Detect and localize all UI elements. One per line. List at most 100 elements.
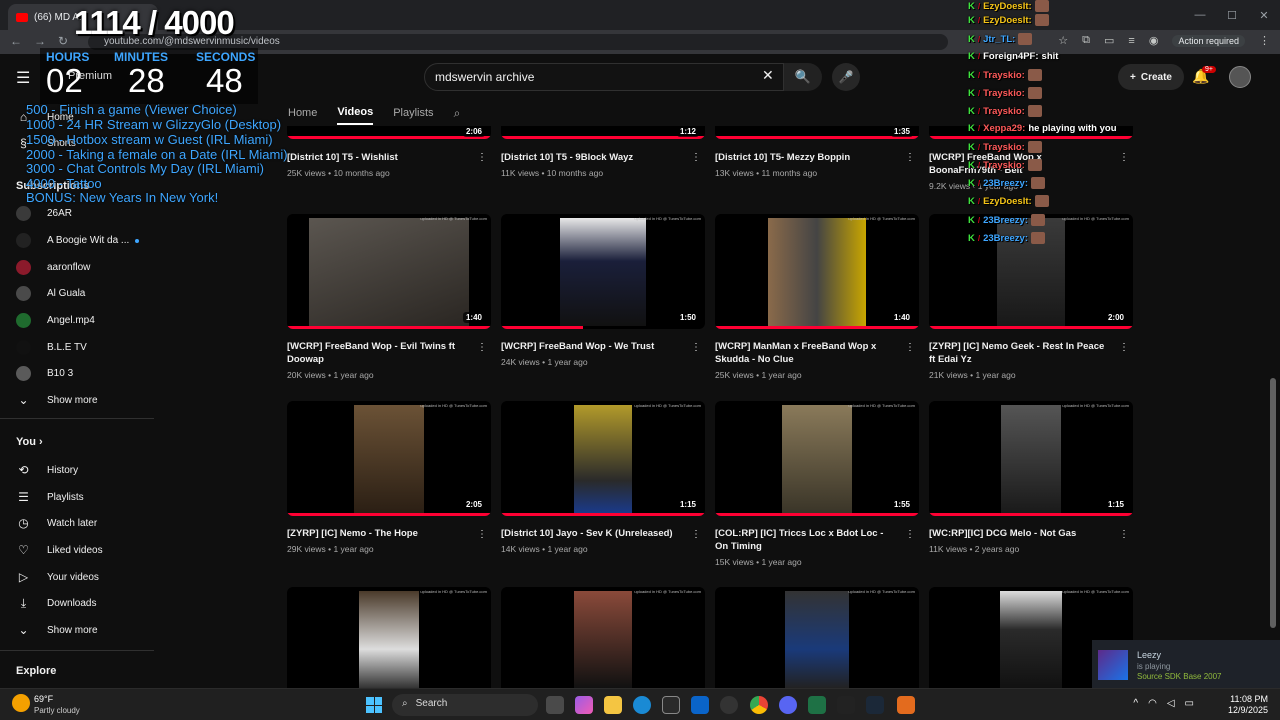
video-card[interactable]: uploaded in HD @ TunesToTube.com <box>715 587 919 688</box>
split-view-icon[interactable]: ▭ <box>1104 34 1114 47</box>
browser-menu-icon[interactable]: ⋮ <box>1259 34 1270 47</box>
video-card[interactable]: uploaded in HD @ TunesToTube.com 1:40 [W… <box>287 214 491 380</box>
steam-notification[interactable]: Leezy is playing Source SDK Base 2007 <box>1092 640 1280 688</box>
video-thumbnail[interactable]: 1:12 <box>501 126 705 139</box>
maximize-button[interactable]: ☐ <box>1216 0 1248 30</box>
weather-icon[interactable] <box>12 694 30 712</box>
more-options-icon[interactable]: ⋮ <box>905 342 915 353</box>
video-card[interactable]: uploaded in HD @ TunesToTube.com 2:05 [Z… <box>287 401 491 554</box>
more-options-icon[interactable]: ⋮ <box>477 152 487 163</box>
steam-icon[interactable] <box>866 696 884 714</box>
video-thumbnail[interactable]: uploaded in HD @ TunesToTube.com 1:50 <box>501 214 705 329</box>
sidebar-subscription[interactable]: B10 3 <box>16 366 146 381</box>
app-icon[interactable] <box>837 696 855 714</box>
file-explorer-icon[interactable] <box>604 696 622 714</box>
sidebar-subscription[interactable]: Angel.mp4 <box>16 313 146 328</box>
video-thumbnail[interactable]: uploaded in HD @ TunesToTube.com 1:40 <box>287 214 491 329</box>
forward-icon[interactable]: → <box>34 34 46 48</box>
profile-icon[interactable]: ◉ <box>1149 34 1159 47</box>
store-icon[interactable] <box>662 696 680 714</box>
sidebar-item-your-videos[interactable]: ▷ Your videos <box>16 570 146 584</box>
start-button[interactable] <box>366 697 382 713</box>
video-card[interactable]: uploaded in HD @ TunesToTube.com 1:50 [W… <box>501 214 705 367</box>
excel-icon[interactable] <box>808 696 826 714</box>
video-card[interactable]: 1:12 [District 10] T5 - 9Block Wayz 11K … <box>501 126 705 178</box>
action-required-button[interactable]: Action required <box>1172 34 1245 47</box>
tab-videos[interactable]: Videos <box>337 101 374 125</box>
video-card[interactable]: uploaded in HD @ TunesToTube.com <box>287 587 491 688</box>
you-heading[interactable]: You › <box>16 436 43 448</box>
sidebar-subscription[interactable]: 26AR <box>16 206 146 221</box>
video-title[interactable]: [District 10] T5 - 9Block Wayz <box>501 151 681 164</box>
page-scrollbar[interactable] <box>1270 378 1276 628</box>
account-avatar[interactable] <box>1229 66 1251 88</box>
video-thumbnail[interactable]: 2:06 <box>287 126 491 139</box>
clock[interactable]: 11:08 PM 12/9/2025 <box>1224 694 1268 716</box>
video-title[interactable]: [WC:RP][IC] DCG Melo - Not Gas <box>929 527 1109 540</box>
extensions-icon[interactable]: ⧉ <box>1082 34 1090 47</box>
sidebar-item-downloads[interactable]: ⤓ Downloads <box>16 596 146 611</box>
search-input[interactable]: mdswervin archive <box>424 63 784 91</box>
video-thumbnail[interactable]: uploaded in HD @ TunesToTube.com <box>287 587 491 688</box>
outlook-icon[interactable] <box>691 696 709 714</box>
clear-search-icon[interactable]: ✕ <box>762 67 774 84</box>
video-thumbnail[interactable]: uploaded in HD @ TunesToTube.com <box>715 587 919 688</box>
edge-icon[interactable] <box>633 696 651 714</box>
sidebar-item-liked-videos[interactable]: ♡ Liked videos <box>16 543 146 557</box>
sidebar-subscription[interactable]: aaronflow <box>16 260 146 275</box>
voice-search-button[interactable]: 🎤 <box>832 63 860 91</box>
video-card[interactable]: uploaded in HD @ TunesToTube.com <box>501 587 705 688</box>
video-title[interactable]: [ZYRP] [IC] Nemo - The Hope <box>287 527 467 540</box>
video-thumbnail[interactable]: uploaded in HD @ TunesToTube.com <box>501 587 705 688</box>
video-title[interactable]: [District 10] Jayo - Sev K (Unreleased) <box>501 527 681 540</box>
star-icon[interactable]: ☆ <box>1058 34 1068 47</box>
battery-icon[interactable]: ▭ <box>1185 698 1194 709</box>
video-thumbnail[interactable]: uploaded in HD @ TunesToTube.com 1:15 <box>501 401 705 516</box>
video-title[interactable]: [District 10] T5 - Wishlist <box>287 151 467 164</box>
reload-icon[interactable]: ↻ <box>58 34 68 48</box>
discord-icon[interactable] <box>779 696 797 714</box>
more-options-icon[interactable]: ⋮ <box>691 342 701 353</box>
create-button[interactable]: + Create <box>1118 64 1184 90</box>
github-icon[interactable] <box>720 696 738 714</box>
video-thumbnail[interactable]: 1:35 <box>715 126 919 139</box>
more-options-icon[interactable]: ⋮ <box>477 529 487 540</box>
minimize-button[interactable]: — <box>1184 0 1216 30</box>
more-options-icon[interactable]: ⋮ <box>1119 342 1129 353</box>
sidebar-item-history[interactable]: ⟲ History <box>16 463 146 477</box>
video-title[interactable]: [COL:RP] [IC] Triccs Loc x Bdot Loc - On… <box>715 527 895 553</box>
video-thumbnail[interactable]: uploaded in HD @ TunesToTube.com 1:15 <box>929 401 1133 516</box>
video-thumbnail[interactable]: uploaded in HD @ TunesToTube.com 1:55 <box>715 401 919 516</box>
show-more-subscriptions[interactable]: ⌄ Show more <box>16 393 146 407</box>
more-options-icon[interactable]: ⋮ <box>905 529 915 540</box>
video-title[interactable]: [WCRP] FreeBand Wop - Evil Twins ft Doow… <box>287 340 467 366</box>
search-button[interactable]: 🔍 <box>784 63 822 91</box>
back-icon[interactable]: ← <box>10 34 22 48</box>
volume-icon[interactable]: ◁ <box>1167 698 1175 709</box>
more-options-icon[interactable]: ⋮ <box>477 342 487 353</box>
sidebar-subscription[interactable]: Al Guala <box>16 286 146 301</box>
tab-playlists[interactable]: Playlists <box>393 107 433 119</box>
app-icon[interactable] <box>897 696 915 714</box>
video-card[interactable]: 1:35 [District 10] T5- Mezzy Boppin 13K … <box>715 126 919 178</box>
video-title[interactable]: [WCRP] ManMan x FreeBand Wop x Skudda - … <box>715 340 895 366</box>
video-thumbnail[interactable]: uploaded in HD @ TunesToTube.com 2:05 <box>287 401 491 516</box>
more-options-icon[interactable]: ⋮ <box>905 152 915 163</box>
show-more-you[interactable]: ⌄ Show more <box>16 623 146 637</box>
sidebar-subscription[interactable]: B.L.E TV <box>16 340 146 355</box>
sidebar-item-playlists[interactable]: ☰ Playlists <box>16 490 146 504</box>
tab-home[interactable]: Home <box>288 107 317 119</box>
sidebar-item-watch-later[interactable]: ◷ Watch later <box>16 516 146 530</box>
video-thumbnail[interactable]: uploaded in HD @ TunesToTube.com 1:40 <box>715 214 919 329</box>
video-card[interactable]: uploaded in HD @ TunesToTube.com 1:15 [D… <box>501 401 705 554</box>
video-card[interactable]: 2:06 [District 10] T5 - Wishlist 25K vie… <box>287 126 491 178</box>
close-window-button[interactable]: ✕ <box>1248 0 1280 30</box>
more-options-icon[interactable]: ⋮ <box>1119 529 1129 540</box>
reading-list-icon[interactable]: ≡ <box>1128 35 1134 47</box>
video-card[interactable]: uploaded in HD @ TunesToTube.com 1:15 [W… <box>929 401 1133 554</box>
menu-icon[interactable]: ☰ <box>16 68 30 88</box>
video-title[interactable]: [ZYRP] [IC] Nemo Geek - Rest In Peace ft… <box>929 340 1109 366</box>
channel-search-icon[interactable]: ⌕ <box>454 106 461 121</box>
video-card[interactable]: uploaded in HD @ TunesToTube.com 1:40 [W… <box>715 214 919 380</box>
video-card[interactable]: uploaded in HD @ TunesToTube.com 1:55 [C… <box>715 401 919 567</box>
